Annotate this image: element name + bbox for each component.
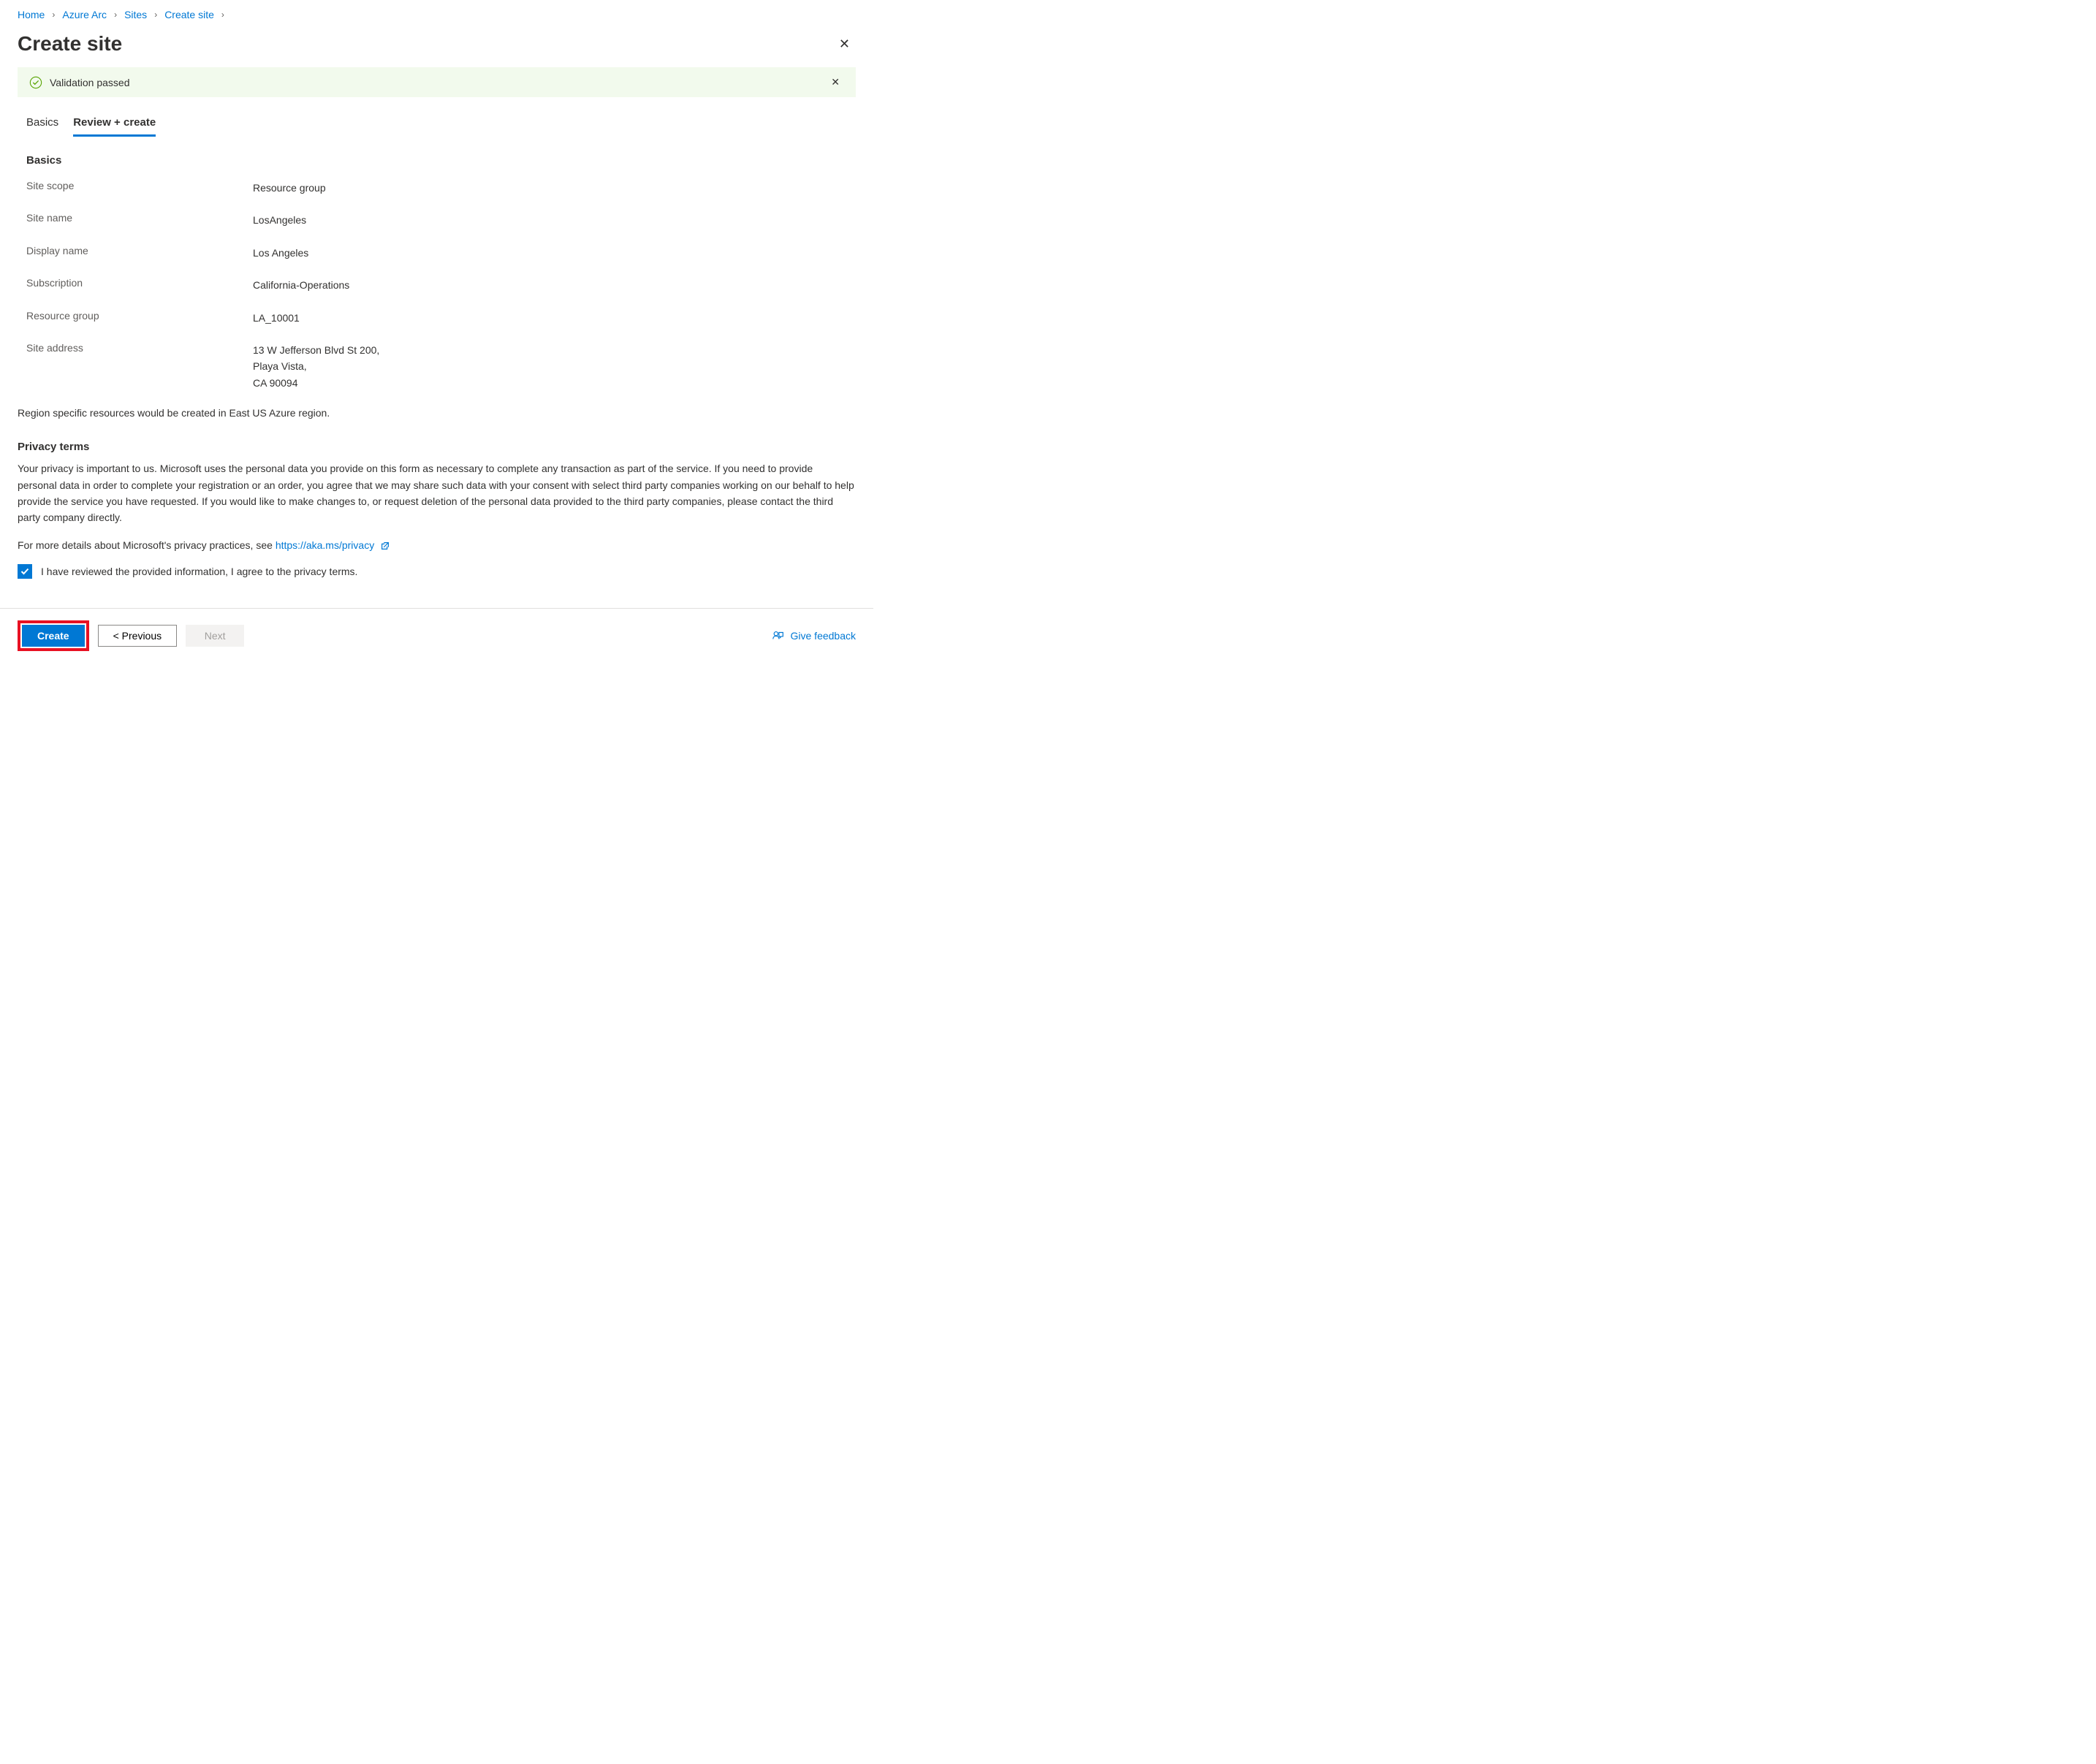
display-name-label: Display name bbox=[26, 245, 253, 261]
field-subscription: Subscription California-Operations bbox=[26, 277, 856, 293]
breadcrumb-azure-arc[interactable]: Azure Arc bbox=[62, 9, 107, 20]
close-icon[interactable]: ✕ bbox=[833, 34, 856, 55]
create-button[interactable]: Create bbox=[22, 625, 85, 647]
site-address-label: Site address bbox=[26, 342, 253, 391]
validation-banner: Validation passed ✕ bbox=[18, 67, 856, 97]
feedback-icon bbox=[772, 629, 785, 642]
privacy-checkbox[interactable] bbox=[18, 564, 32, 579]
field-display-name: Display name Los Angeles bbox=[26, 245, 856, 261]
tab-review-create[interactable]: Review + create bbox=[73, 116, 156, 137]
check-circle-icon bbox=[29, 76, 42, 89]
chevron-right-icon: › bbox=[221, 9, 224, 20]
breadcrumb-create-site[interactable]: Create site bbox=[164, 9, 214, 20]
field-site-name: Site name LosAngeles bbox=[26, 212, 856, 228]
previous-button[interactable]: < Previous bbox=[98, 625, 178, 647]
privacy-terms-body: Your privacy is important to us. Microso… bbox=[18, 460, 854, 526]
breadcrumb-sites[interactable]: Sites bbox=[124, 9, 147, 20]
breadcrumb-home[interactable]: Home bbox=[18, 9, 45, 20]
subscription-value: California-Operations bbox=[253, 277, 349, 293]
privacy-link-row: For more details about Microsoft's priva… bbox=[18, 539, 856, 551]
external-link-icon bbox=[380, 541, 390, 551]
resource-group-value: LA_10001 bbox=[253, 310, 300, 326]
display-name-value: Los Angeles bbox=[253, 245, 308, 261]
validation-message: Validation passed bbox=[50, 77, 129, 88]
give-feedback-label: Give feedback bbox=[791, 630, 857, 642]
resource-group-label: Resource group bbox=[26, 310, 253, 326]
site-scope-value: Resource group bbox=[253, 180, 326, 196]
site-name-value: LosAngeles bbox=[253, 212, 306, 228]
give-feedback-link[interactable]: Give feedback bbox=[772, 629, 857, 642]
privacy-checkbox-row: I have reviewed the provided information… bbox=[18, 564, 856, 579]
privacy-checkbox-label: I have reviewed the provided information… bbox=[41, 566, 357, 577]
chevron-right-icon: › bbox=[114, 9, 117, 20]
section-title-basics: Basics bbox=[26, 154, 856, 167]
site-address-value: 13 W Jefferson Blvd St 200, Playa Vista,… bbox=[253, 342, 379, 391]
next-button: Next bbox=[186, 625, 244, 647]
footer: Create < Previous Next Give feedback bbox=[0, 608, 873, 663]
chevron-right-icon: › bbox=[154, 9, 157, 20]
validation-close-icon[interactable]: ✕ bbox=[827, 75, 844, 90]
create-button-highlight: Create bbox=[18, 620, 89, 651]
privacy-link[interactable]: https://aka.ms/privacy bbox=[276, 539, 374, 551]
site-scope-label: Site scope bbox=[26, 180, 253, 196]
chevron-right-icon: › bbox=[52, 9, 55, 20]
tabs: Basics Review + create bbox=[0, 109, 873, 137]
privacy-link-prefix: For more details about Microsoft's priva… bbox=[18, 539, 276, 551]
tab-basics[interactable]: Basics bbox=[26, 116, 58, 137]
site-name-label: Site name bbox=[26, 212, 253, 228]
field-site-address: Site address 13 W Jefferson Blvd St 200,… bbox=[26, 342, 856, 391]
subscription-label: Subscription bbox=[26, 277, 253, 293]
field-site-scope: Site scope Resource group bbox=[26, 180, 856, 196]
privacy-terms-title: Privacy terms bbox=[18, 441, 856, 453]
field-resource-group: Resource group LA_10001 bbox=[26, 310, 856, 326]
page-title: Create site bbox=[18, 32, 122, 56]
region-note: Region specific resources would be creat… bbox=[18, 407, 856, 419]
breadcrumb: Home › Azure Arc › Sites › Create site › bbox=[0, 0, 873, 26]
